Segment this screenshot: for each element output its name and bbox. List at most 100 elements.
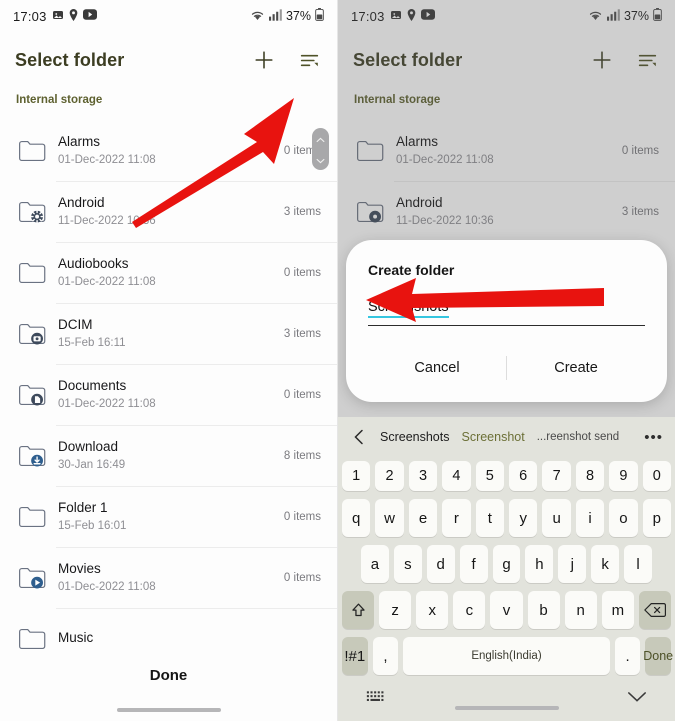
key[interactable]: 4 — [442, 461, 471, 491]
folder-count: 8 items — [283, 449, 321, 462]
folder-name: Movies — [58, 560, 101, 576]
key[interactable]: l — [624, 545, 653, 583]
key[interactable]: 7 — [542, 461, 571, 491]
folder-count: 0 items — [283, 266, 321, 279]
folder-name: Folder 1 — [58, 499, 108, 515]
signal-icon — [606, 8, 620, 24]
list-item[interactable]: Android 11-Dec-2022 10:36 3 items — [338, 181, 675, 242]
keyboard-done-key[interactable]: Done — [643, 637, 673, 675]
keyboard-switch-icon[interactable] — [366, 690, 385, 708]
battery-percent: 37% — [623, 9, 649, 23]
key[interactable]: o — [609, 499, 638, 537]
chevron-left-icon[interactable] — [350, 429, 368, 445]
image-icon — [390, 9, 402, 24]
key[interactable]: g — [492, 545, 521, 583]
key[interactable]: 1 — [341, 461, 371, 491]
folder-date: 30-Jan 16:49 — [58, 458, 126, 471]
screenshot-pair: 17:03 37% Select folder Internal storage… — [0, 0, 675, 721]
breadcrumb[interactable]: Internal storage — [338, 88, 675, 120]
key[interactable]: y — [509, 499, 538, 537]
symbols-key[interactable]: !#1 — [342, 637, 368, 675]
key[interactable]: 2 — [375, 461, 404, 491]
key[interactable]: j — [558, 545, 587, 583]
folder-icon — [18, 627, 58, 651]
image-icon — [52, 9, 64, 24]
list-item[interactable]: Download 30-Jan 16:49 8 items — [0, 425, 337, 486]
list-item[interactable]: Documents 01-Dec-2022 11:08 0 items — [0, 364, 337, 425]
cancel-button[interactable]: Cancel — [368, 360, 506, 376]
overflow-dots-icon[interactable]: ••• — [644, 429, 663, 446]
key[interactable]: c — [453, 591, 486, 629]
backspace-key[interactable] — [638, 591, 671, 629]
list-item-text: DCIM 15-Feb 16:11 — [58, 316, 276, 352]
keyboard-bottom-bar — [338, 679, 675, 719]
key[interactable]: n — [564, 591, 597, 629]
key[interactable]: w — [375, 499, 404, 537]
key[interactable]: d — [426, 545, 455, 583]
key[interactable]: 8 — [575, 461, 605, 491]
key[interactable]: i — [575, 499, 605, 537]
folder-camera-icon — [18, 322, 58, 346]
key[interactable]: t — [475, 499, 504, 537]
folder-icon — [18, 139, 58, 163]
done-button[interactable]: Done — [150, 667, 188, 684]
phone-screen-right: 17:03 37% Select folder Internal storage… — [338, 0, 675, 721]
shift-key[interactable] — [342, 591, 375, 629]
key[interactable]: v — [490, 591, 523, 629]
add-folder-button[interactable] — [251, 47, 277, 73]
key[interactable]: q — [341, 499, 371, 537]
key[interactable]: z — [379, 591, 412, 629]
add-folder-button[interactable] — [589, 47, 615, 73]
key[interactable]: x — [416, 591, 449, 629]
list-item[interactable]: Movies 01-Dec-2022 11:08 0 items — [0, 547, 337, 608]
chevron-up-icon — [316, 130, 325, 148]
breadcrumb[interactable]: Internal storage — [0, 88, 337, 120]
scrollbar-thumb[interactable] — [312, 128, 329, 170]
folder-date: 01-Dec-2022 11:08 — [58, 397, 156, 410]
status-bar: 17:03 37% — [0, 0, 337, 32]
key[interactable]: a — [361, 545, 389, 583]
key[interactable]: h — [525, 545, 554, 583]
space-key[interactable]: English(India) — [403, 637, 610, 675]
folder-date: 01-Dec-2022 11:08 — [396, 153, 494, 166]
list-item-text: Movies 01-Dec-2022 11:08 — [58, 560, 276, 596]
list-item-text: Alarms 01-Dec-2022 11:08 — [396, 133, 614, 169]
list-item[interactable]: Alarms 01-Dec-2022 11:08 0 items — [0, 120, 337, 181]
comma-key[interactable]: , — [372, 637, 399, 675]
key[interactable]: u — [542, 499, 571, 537]
period-key[interactable]: . — [614, 637, 641, 675]
list-item[interactable]: Audiobooks 01-Dec-2022 11:08 0 items — [0, 242, 337, 303]
key[interactable]: f — [459, 545, 488, 583]
hide-keyboard-button[interactable] — [627, 690, 647, 708]
list-item[interactable]: Alarms 01-Dec-2022 11:08 0 items — [338, 120, 675, 181]
done-bar: Done — [0, 659, 337, 721]
wifi-icon — [588, 9, 603, 24]
key[interactable]: b — [527, 591, 560, 629]
sort-button[interactable] — [296, 47, 322, 73]
suggestion-item[interactable]: Screenshots — [380, 430, 449, 444]
key[interactable]: m — [601, 591, 634, 629]
suggestion-item[interactable]: ...reenshot send — [537, 431, 619, 443]
key[interactable]: 0 — [642, 461, 672, 491]
folder-name: Documents — [58, 377, 127, 393]
key[interactable]: 6 — [509, 461, 538, 491]
page-title: Select folder — [15, 49, 125, 70]
keyboard-row-mid: a s d f g h j k l — [338, 541, 675, 587]
key[interactable]: p — [642, 499, 672, 537]
list-item[interactable]: DCIM 15-Feb 16:11 3 items — [0, 303, 337, 364]
list-item[interactable]: Android 11-Dec-2022 10:36 3 items — [0, 181, 337, 242]
suggestion-item[interactable]: Screenshot — [461, 430, 524, 444]
folder-list: Alarms 01-Dec-2022 11:08 0 items Android… — [338, 120, 675, 242]
list-item[interactable]: Folder 1 15-Feb 16:01 0 items — [0, 486, 337, 547]
folder-name-input[interactable]: Screenshots — [368, 299, 449, 318]
key[interactable]: k — [591, 545, 620, 583]
folder-name-field[interactable]: Screenshots — [368, 298, 645, 326]
key[interactable]: s — [393, 545, 422, 583]
create-button[interactable]: Create — [507, 360, 645, 376]
key[interactable]: 9 — [609, 461, 638, 491]
key[interactable]: 3 — [408, 461, 438, 491]
key[interactable]: 5 — [475, 461, 504, 491]
key[interactable]: r — [442, 499, 471, 537]
key[interactable]: e — [408, 499, 438, 537]
sort-button[interactable] — [634, 47, 660, 73]
